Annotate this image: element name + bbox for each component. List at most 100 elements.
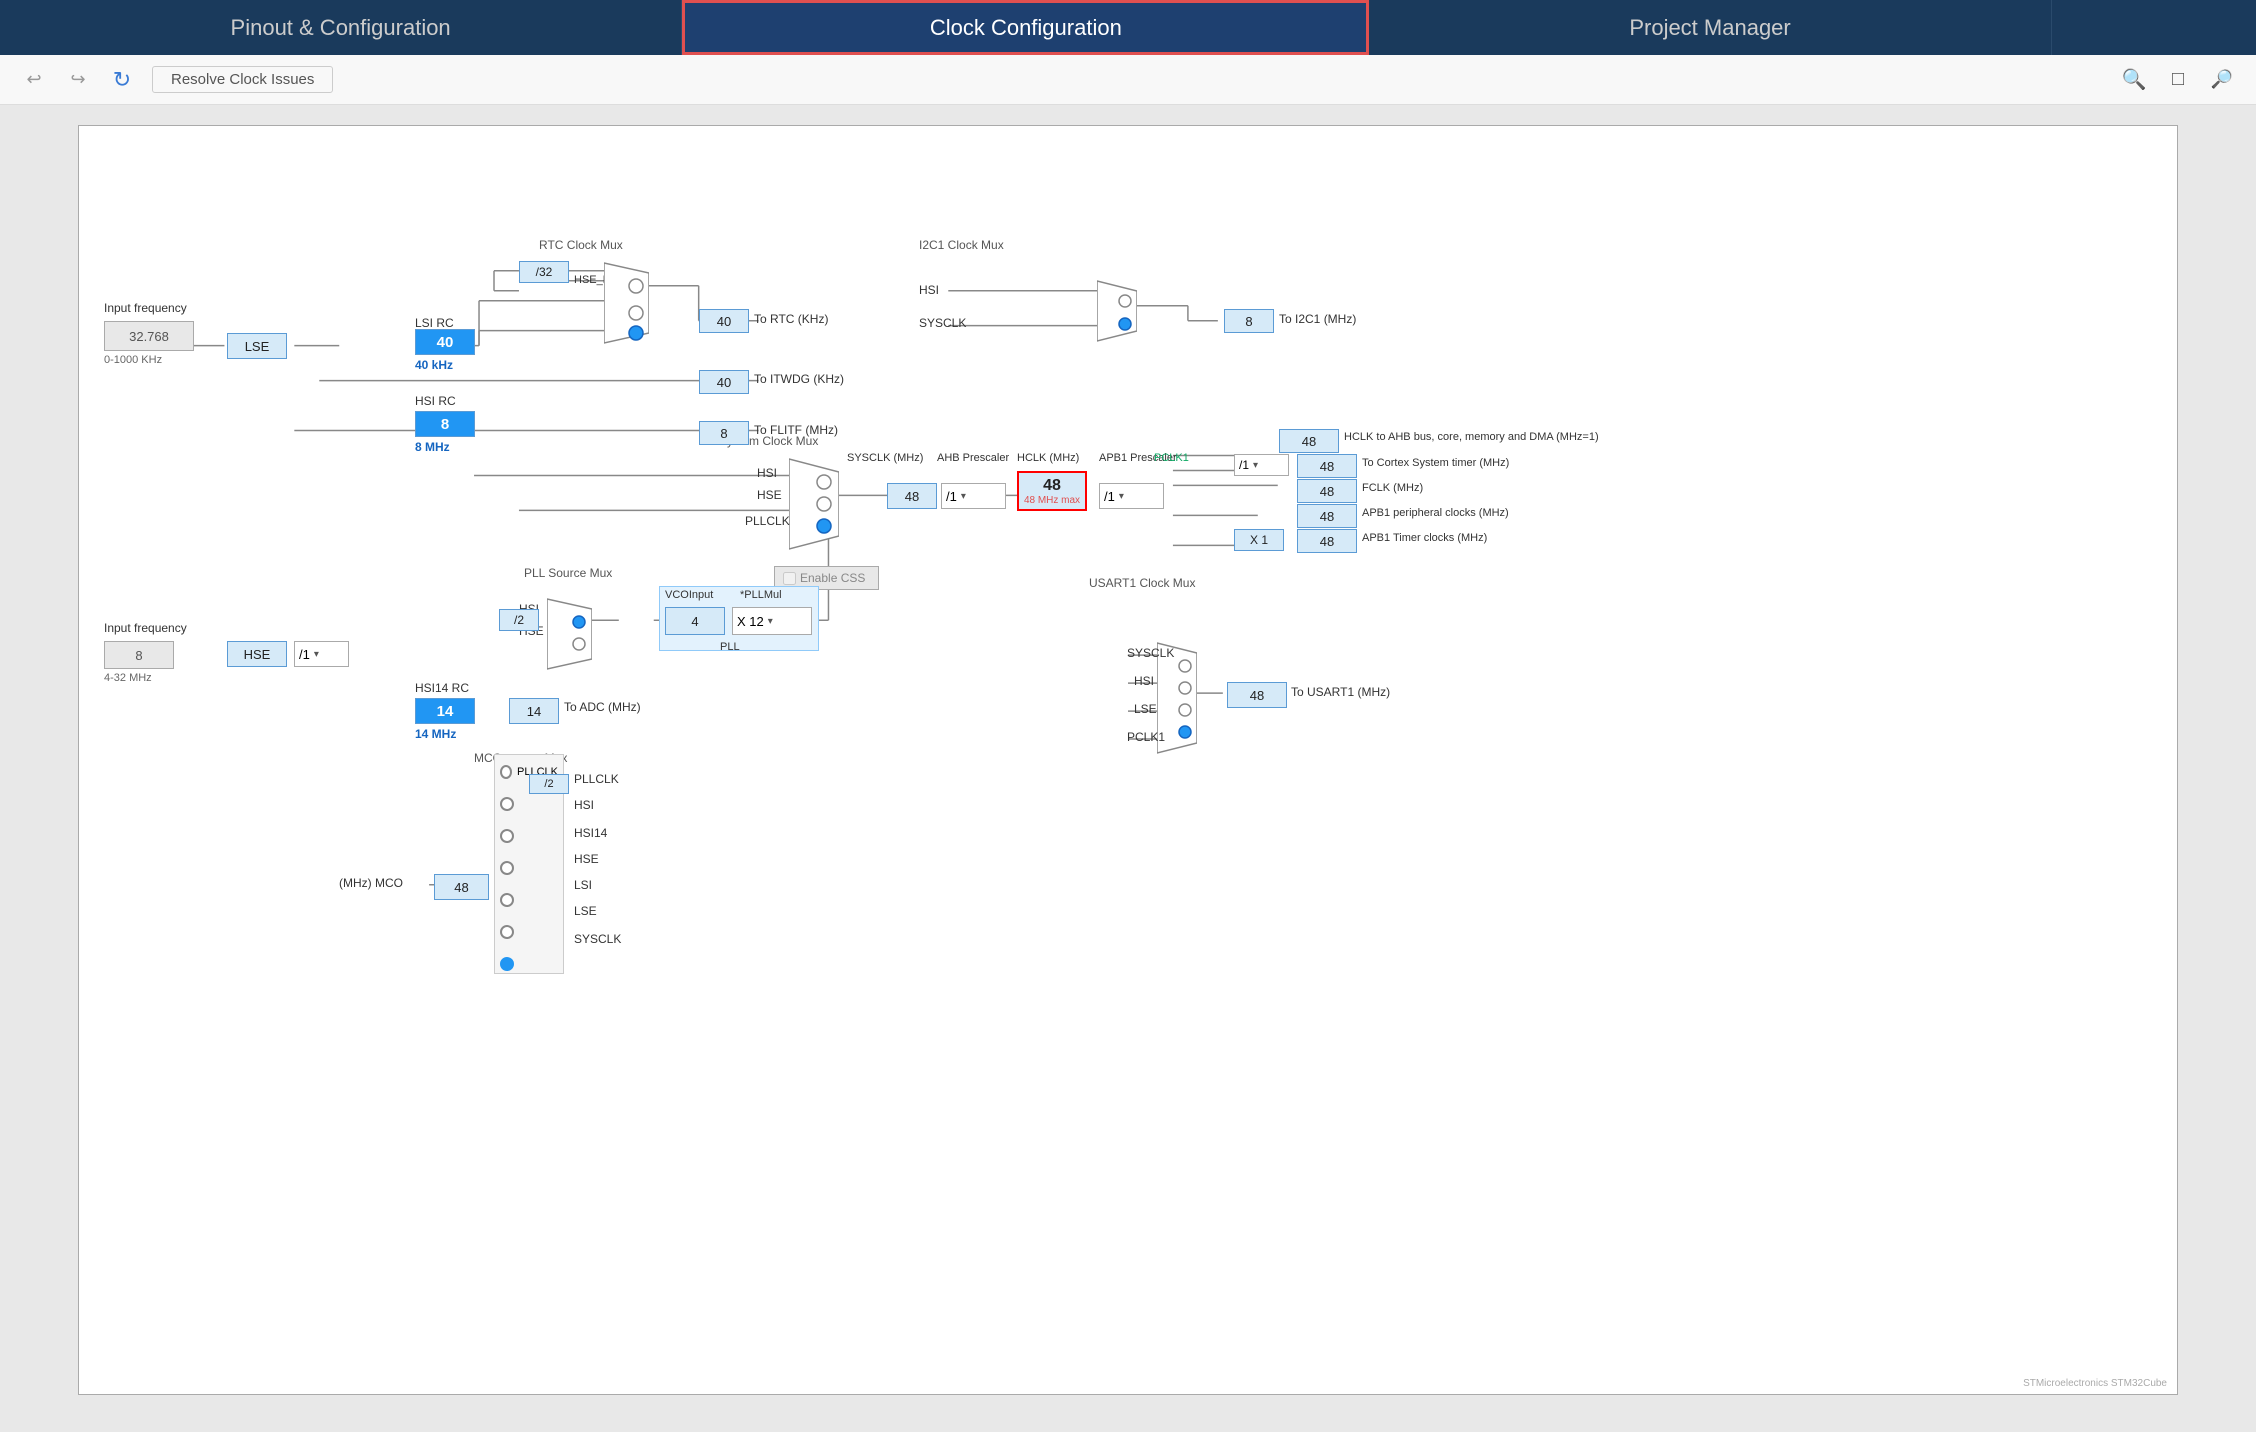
pclk1-label: PCLK1 bbox=[1154, 452, 1189, 464]
hsi-rc-freq: 8 MHz bbox=[415, 440, 450, 454]
rtc-mux-title: RTC Clock Mux bbox=[539, 238, 623, 252]
x1-box: X 1 bbox=[1234, 529, 1284, 551]
pll-vco-area: VCOInput *PLLMul 4 X 12 PLL bbox=[659, 586, 819, 651]
usart1-mux-title: USART1 Clock Mux bbox=[1089, 576, 1195, 590]
hsi-rc-value[interactable]: 8 bbox=[415, 411, 475, 437]
ahb-div-dropdown[interactable]: /1 bbox=[941, 483, 1006, 509]
mco-lbl-hse: HSE bbox=[574, 852, 599, 866]
to-flitf-label: To FLITF (MHz) bbox=[754, 423, 838, 437]
lse-block[interactable]: LSE bbox=[227, 333, 287, 359]
zoom-out-icon[interactable]: 🔎 bbox=[2208, 66, 2236, 94]
hclk-label: HCLK (MHz) bbox=[1017, 452, 1079, 464]
apb1-div-dropdown[interactable]: /1 bbox=[1099, 483, 1164, 509]
input-freq-2-value[interactable]: 8 bbox=[104, 641, 174, 669]
usart1-output-box: 48 bbox=[1227, 682, 1287, 708]
sys-clk-mux-shape bbox=[789, 454, 839, 554]
hse-div-dropdown[interactable]: /1 bbox=[294, 641, 349, 667]
mco-lbl-pllclk: PLLCLK bbox=[574, 772, 619, 786]
zoom-in-icon[interactable]: 🔍 bbox=[2120, 66, 2148, 94]
to-rtc-label: To RTC (KHz) bbox=[754, 312, 828, 326]
pll-mul-dropdown[interactable]: X 12 bbox=[732, 607, 812, 635]
rtc-mux-shape bbox=[604, 258, 649, 348]
nav-pinout[interactable]: Pinout & Configuration bbox=[0, 0, 682, 55]
cortex-timer-box: 48 bbox=[1297, 454, 1357, 478]
undo-button[interactable]: ↩ bbox=[20, 66, 48, 94]
pll-source-mux-title: PLL Source Mux bbox=[524, 566, 612, 580]
mco-lbl-lse: LSE bbox=[574, 904, 597, 918]
sysclk-mhz-label: SYSCLK (MHz) bbox=[847, 452, 923, 464]
usart1-hsi: HSI bbox=[1134, 674, 1154, 688]
apb1-periph-label: APB1 peripheral clocks (MHz) bbox=[1362, 507, 1509, 519]
redo-button[interactable]: ↪ bbox=[64, 66, 92, 94]
i2c1-mux-title: I2C1 Clock Mux bbox=[919, 238, 1004, 252]
sysclk-48-box: 48 bbox=[887, 483, 937, 509]
to-usart1-label: To USART1 (MHz) bbox=[1291, 685, 1390, 699]
mco-lbl-lsi: LSI bbox=[574, 878, 592, 892]
pll-div2-box: /2 bbox=[499, 609, 539, 631]
apb1-timer-label: APB1 Timer clocks (MHz) bbox=[1362, 532, 1487, 544]
lsi-rc-value[interactable]: 40 bbox=[415, 329, 475, 355]
lsi-rc-freq: 40 kHz bbox=[415, 358, 453, 372]
hsi14-rc-value[interactable]: 14 bbox=[415, 698, 475, 724]
to-adc-label: To ADC (MHz) bbox=[564, 700, 641, 714]
mco-radio-hse[interactable] bbox=[500, 861, 514, 875]
top-nav: Pinout & Configuration Clock Configurati… bbox=[0, 0, 2256, 55]
vco-input-box: 4 bbox=[665, 607, 725, 635]
footer-text: STMicroelectronics STM32Cube bbox=[2023, 1378, 2167, 1389]
hsi14-rc-freq: 14 MHz bbox=[415, 727, 456, 741]
clock-diagram: RTC Clock Mux I2C1 Clock Mux System Cloc… bbox=[78, 125, 2178, 1395]
usart1-lse: LSE bbox=[1134, 702, 1157, 716]
cortex-timer-label: To Cortex System timer (MHz) bbox=[1362, 457, 1509, 469]
to-iwdg-label: To ITWDG (KHz) bbox=[754, 372, 844, 386]
mco-lbl-hsi14: HSI14 bbox=[574, 826, 607, 840]
i2c1-output-box: 8 bbox=[1224, 309, 1274, 333]
mco-radio-lsi[interactable] bbox=[500, 893, 514, 907]
toolbar: ↩ ↪ ↻ Resolve Clock Issues 🔍 □ 🔎 bbox=[0, 55, 2256, 105]
hclk-ahb-box: 48 bbox=[1279, 429, 1339, 453]
mco-radio-lse[interactable] bbox=[500, 925, 514, 939]
hse-block[interactable]: HSE bbox=[227, 641, 287, 667]
iwdg-box: 40 bbox=[699, 370, 749, 394]
sys-mux-pllclk: PLLCLK bbox=[745, 514, 790, 528]
input-freq-1-range: 0-1000 KHz bbox=[104, 354, 162, 366]
resolve-clock-button[interactable]: Resolve Clock Issues bbox=[152, 66, 333, 93]
apb1-periph-box: 48 bbox=[1297, 504, 1357, 528]
nav-extra[interactable] bbox=[2052, 0, 2256, 55]
hclk-ahb-label: HCLK to AHB bus, core, memory and DMA (M… bbox=[1344, 431, 1604, 443]
mco-radio-hsi[interactable] bbox=[500, 797, 514, 811]
input-freq-2-label: Input frequency bbox=[104, 621, 187, 635]
mco-radio-hsi14[interactable] bbox=[500, 829, 514, 843]
hsi14-rc-label: HSI14 RC bbox=[415, 681, 469, 695]
rtc-output-box: 40 bbox=[699, 309, 749, 333]
mco-radio-sysclk[interactable] bbox=[500, 957, 514, 971]
apb1-timer-box: 48 bbox=[1297, 529, 1357, 553]
i2c-hsi-label: HSI bbox=[919, 283, 939, 297]
nav-project-manager[interactable]: Project Manager bbox=[1369, 0, 2051, 55]
mco-lbl-sysclk: SYSCLK bbox=[574, 932, 621, 946]
sys-mux-hsi: HSI bbox=[757, 466, 777, 480]
div32-box: /32 bbox=[519, 261, 569, 283]
i2c-sysclk-label: SYSCLK bbox=[919, 316, 966, 330]
hclk-box: 48 48 MHz max bbox=[1017, 471, 1087, 511]
refresh-button[interactable]: ↻ bbox=[108, 66, 136, 94]
pll-source-mux-shape bbox=[547, 594, 592, 674]
mco-label: (MHz) MCO bbox=[339, 876, 403, 890]
nav-clock-config[interactable]: Clock Configuration bbox=[682, 0, 1369, 55]
i2c1-mux-shape bbox=[1097, 276, 1137, 346]
mco-radio-pllclk[interactable] bbox=[500, 765, 512, 779]
usart1-pclk1: PCLK1 bbox=[1127, 730, 1165, 744]
lsi-rc-label: LSI RC bbox=[415, 316, 454, 330]
hsi-rc-label: HSI RC bbox=[415, 394, 456, 408]
usart1-sysclk: SYSCLK bbox=[1127, 646, 1174, 660]
adc-mid-box: 14 bbox=[509, 698, 559, 724]
input-freq-1-value[interactable]: 32.768 bbox=[104, 321, 194, 351]
sys-mux-hse: HSE bbox=[757, 488, 782, 502]
mco-lbl-hsi: HSI bbox=[574, 798, 594, 812]
fit-icon[interactable]: □ bbox=[2164, 66, 2192, 94]
mco-output-box: 48 bbox=[434, 874, 489, 900]
fclk-label: FCLK (MHz) bbox=[1362, 482, 1423, 494]
cortex-div-dropdown[interactable]: /1 bbox=[1234, 454, 1289, 476]
flitf-box: 8 bbox=[699, 421, 749, 445]
input-freq-2-range: 4-32 MHz bbox=[104, 672, 152, 684]
ahb-prescaler-label: AHB Prescaler bbox=[937, 452, 1009, 464]
